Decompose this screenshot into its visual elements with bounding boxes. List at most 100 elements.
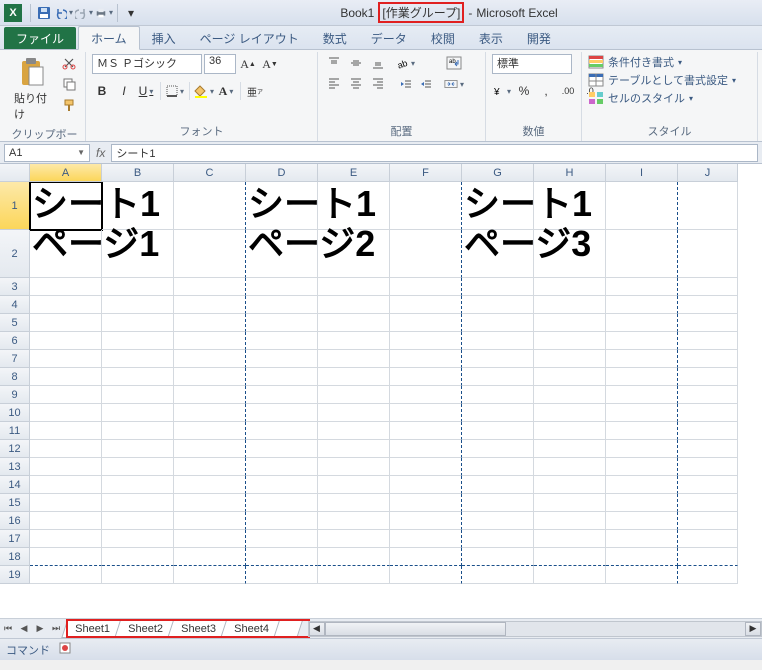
cell[interactable] [246,368,318,386]
cell[interactable] [462,440,534,458]
cell[interactable] [102,296,174,314]
cell[interactable] [534,350,606,368]
cell[interactable] [606,386,678,404]
cell[interactable] [102,422,174,440]
cell[interactable] [30,422,102,440]
cell[interactable] [678,368,738,386]
cell[interactable] [30,404,102,422]
cell[interactable] [174,314,246,332]
col-header-G[interactable]: G [462,164,534,182]
cell[interactable] [246,512,318,530]
cell[interactable] [318,386,390,404]
cell[interactable] [246,440,318,458]
row-header-6[interactable]: 6 [0,332,30,350]
bold-button[interactable]: B [92,82,112,100]
cell[interactable] [318,548,390,566]
row-header-9[interactable]: 9 [0,386,30,404]
cell[interactable] [678,314,738,332]
cell[interactable] [462,350,534,368]
cell[interactable] [606,422,678,440]
align-bottom-icon[interactable] [368,54,388,72]
cell[interactable] [174,386,246,404]
cell[interactable] [606,566,678,584]
cell[interactable] [318,332,390,350]
cell[interactable] [606,332,678,350]
phonetic-button[interactable]: 亜ア [245,82,265,100]
cell[interactable] [534,404,606,422]
cell[interactable] [318,530,390,548]
orientation-icon[interactable]: ab [396,54,416,72]
row-header-18[interactable]: 18 [0,548,30,566]
cell[interactable] [390,512,462,530]
paste-button[interactable]: 貼り付け [10,54,55,124]
worksheet-grid[interactable]: A B C D E F G H I J 12345678910111213141… [0,164,762,618]
cell[interactable] [30,332,102,350]
cell[interactable] [462,386,534,404]
row-header-17[interactable]: 17 [0,530,30,548]
cell[interactable] [606,296,678,314]
cell[interactable] [534,278,606,296]
cell[interactable] [318,512,390,530]
cell[interactable] [246,404,318,422]
align-right-icon[interactable] [368,74,388,92]
cell[interactable] [102,494,174,512]
row-header-13[interactable]: 13 [0,458,30,476]
tab-page-layout[interactable]: ページ レイアウト [188,27,311,49]
cell[interactable] [246,530,318,548]
cell[interactable] [606,314,678,332]
tab-file[interactable]: ファイル [4,27,76,49]
cell[interactable] [174,530,246,548]
cell[interactable] [534,566,606,584]
cell[interactable] [318,494,390,512]
cell[interactable] [390,314,462,332]
cell[interactable] [174,230,246,278]
cell[interactable] [534,230,606,278]
format-painter-icon[interactable] [59,96,79,114]
col-header-E[interactable]: E [318,164,390,182]
cell[interactable] [606,548,678,566]
col-header-B[interactable]: B [102,164,174,182]
cell[interactable] [174,332,246,350]
cell[interactable] [678,530,738,548]
merge-center-icon[interactable] [444,75,464,93]
select-all-corner[interactable] [0,164,30,182]
align-top-icon[interactable] [324,54,344,72]
cell[interactable] [390,182,462,230]
cell[interactable] [462,314,534,332]
cell[interactable] [102,404,174,422]
cell[interactable] [318,278,390,296]
cell[interactable] [318,404,390,422]
row-header-8[interactable]: 8 [0,368,30,386]
cell[interactable] [30,314,102,332]
scroll-left-icon[interactable]: ◀ [309,622,325,636]
fx-icon[interactable]: fx [96,146,105,160]
row-header-10[interactable]: 10 [0,404,30,422]
name-box[interactable]: A1 ▼ [4,144,90,162]
row-header-5[interactable]: 5 [0,314,30,332]
align-middle-icon[interactable] [346,54,366,72]
cell[interactable] [246,314,318,332]
comma-icon[interactable]: , [536,82,556,100]
macro-record-icon[interactable] [58,641,72,658]
cell[interactable] [678,350,738,368]
cell[interactable] [30,296,102,314]
cut-icon[interactable] [59,54,79,72]
cell[interactable] [318,350,390,368]
cell[interactable] [30,566,102,584]
tab-formulas[interactable]: 数式 [311,27,359,49]
cell[interactable] [102,350,174,368]
cell[interactable] [462,512,534,530]
cell[interactable] [534,440,606,458]
row-header-3[interactable]: 3 [0,278,30,296]
cell[interactable] [606,350,678,368]
cell[interactable] [678,422,738,440]
new-sheet-tab[interactable] [273,621,303,638]
row-header-11[interactable]: 11 [0,422,30,440]
cell[interactable] [102,458,174,476]
cell[interactable] [246,548,318,566]
cell[interactable] [246,566,318,584]
cell[interactable] [606,182,678,230]
cell[interactable] [462,530,534,548]
cell[interactable] [390,350,462,368]
cell[interactable] [174,368,246,386]
